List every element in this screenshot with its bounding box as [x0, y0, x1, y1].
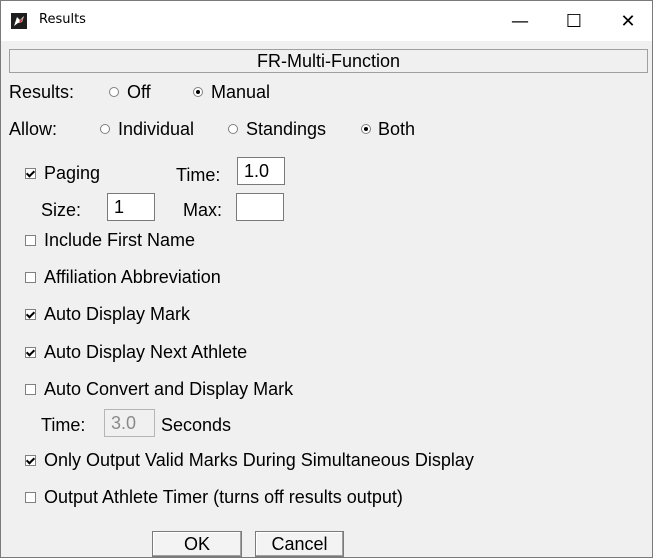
auto-display-next-athlete-checkbox[interactable]: [25, 347, 36, 358]
results-manual-radio[interactable]: [193, 87, 203, 97]
convert-time-input[interactable]: 3.0: [104, 409, 155, 437]
convert-time-unit: Seconds: [161, 415, 232, 435]
paging-checkbox[interactable]: [25, 168, 36, 179]
paging-size-input[interactable]: 1: [107, 193, 155, 221]
minimize-button[interactable]: —: [497, 1, 543, 41]
auto-convert-display-mark-checkbox[interactable]: [25, 384, 36, 395]
maximize-icon: ☐: [565, 10, 583, 32]
allow-both-label[interactable]: Both: [378, 119, 415, 140]
section-title: FR-Multi-Function: [9, 49, 648, 73]
results-off-radio[interactable]: [109, 87, 119, 97]
affiliation-abbreviation-label[interactable]: Affiliation Abbreviation: [44, 267, 221, 288]
only-valid-marks-label[interactable]: Only Output Valid Marks During Simultane…: [44, 450, 474, 471]
close-button[interactable]: ✕: [605, 1, 651, 41]
include-first-name-checkbox[interactable]: [25, 235, 36, 246]
allow-standings-radio[interactable]: [228, 124, 238, 134]
paging-size-label: Size:: [41, 200, 82, 220]
close-icon: ✕: [620, 10, 636, 32]
paging-time-input[interactable]: 1.0: [237, 157, 285, 185]
allow-label: Allow:: [9, 119, 58, 139]
results-manual-label[interactable]: Manual: [211, 82, 270, 103]
allow-individual-radio[interactable]: [100, 124, 110, 134]
paging-time-label: Time:: [176, 165, 221, 185]
maximize-button[interactable]: ☐: [551, 1, 597, 41]
auto-display-mark-label[interactable]: Auto Display Mark: [44, 304, 190, 325]
ok-button[interactable]: OK: [152, 531, 242, 557]
results-off-label[interactable]: Off: [127, 82, 151, 103]
paging-max-label: Max:: [183, 200, 223, 220]
paging-max-input[interactable]: [236, 193, 284, 221]
only-valid-marks-checkbox[interactable]: [25, 455, 36, 466]
window-title: Results: [39, 12, 86, 27]
auto-display-mark-checkbox[interactable]: [25, 309, 36, 320]
athlete-timer-label[interactable]: Output Athlete Timer (turns off results …: [44, 487, 403, 508]
include-first-name-label[interactable]: Include First Name: [44, 230, 195, 251]
app-logo-icon: [11, 13, 27, 29]
dialog-content: FR-Multi-Function Results: Off Manual Al…: [1, 41, 652, 557]
affiliation-abbreviation-checkbox[interactable]: [25, 272, 36, 283]
auto-convert-display-mark-label[interactable]: Auto Convert and Display Mark: [44, 379, 293, 400]
allow-both-radio[interactable]: [361, 124, 371, 134]
auto-display-next-athlete-label[interactable]: Auto Display Next Athlete: [44, 342, 247, 363]
allow-standings-label[interactable]: Standings: [246, 119, 326, 140]
results-label: Results:: [9, 82, 75, 102]
cancel-button[interactable]: Cancel: [255, 531, 344, 557]
title-bar[interactable]: Results — ☐ ✕: [1, 1, 652, 41]
allow-individual-label[interactable]: Individual: [118, 119, 194, 140]
paging-label[interactable]: Paging: [44, 163, 100, 184]
results-window: Results — ☐ ✕ FR-Multi-Function Results:…: [0, 0, 653, 558]
minimize-icon: —: [511, 10, 529, 32]
convert-time-label: Time:: [41, 415, 86, 435]
athlete-timer-checkbox[interactable]: [25, 492, 36, 503]
